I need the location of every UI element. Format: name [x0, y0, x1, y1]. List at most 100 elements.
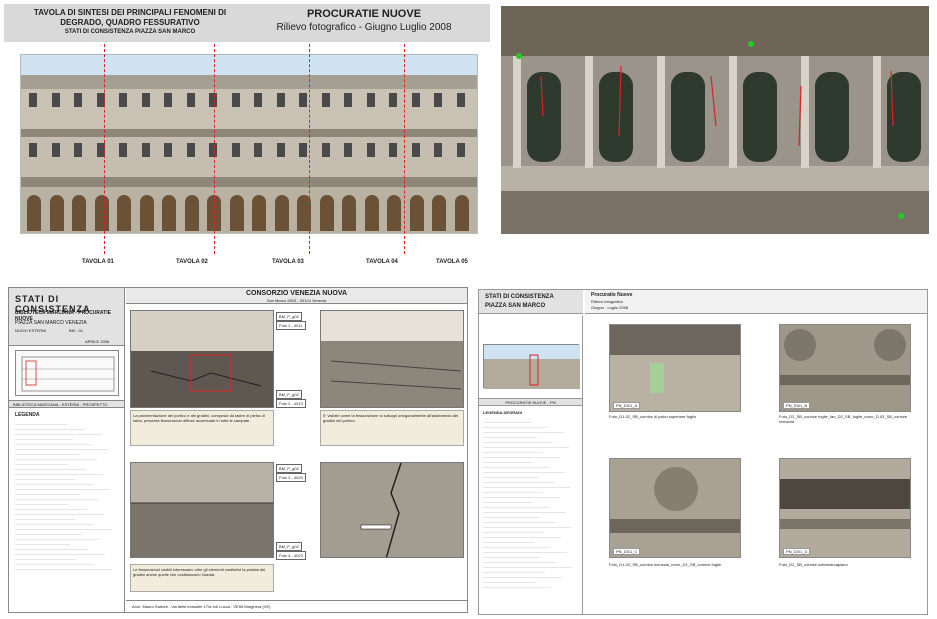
column — [657, 56, 665, 168]
portico-arch — [184, 195, 199, 231]
portico-arch — [432, 195, 446, 231]
caption-3: Le fessurazioni visibili interessano olt… — [130, 564, 274, 592]
photo-steps — [320, 310, 464, 408]
facade-window — [389, 93, 397, 107]
thumb-label: PN_D3/1_B — [783, 402, 811, 409]
facade-window — [344, 143, 352, 157]
thumb-caption: Foto_D1-02_SB_cornice di palco superiore… — [609, 414, 697, 419]
portico-arch — [364, 195, 379, 231]
column — [729, 56, 737, 168]
arched-window — [527, 72, 561, 162]
column — [585, 56, 593, 168]
title-subtitle: STATI DI CONSISTENZA PIAZZA SAN MARCO — [64, 29, 196, 35]
tavola-label: TAVOLA 04 — [366, 259, 398, 265]
facade-window — [141, 93, 150, 107]
facade-window — [321, 143, 330, 157]
photo-code: BM_P_g02 — [276, 312, 302, 321]
tavola-label: TAVOLA 05 — [436, 259, 468, 265]
facade-window — [389, 143, 397, 157]
pn-legend-title: LEGENDA DEGRADI — [483, 410, 522, 415]
thumb-cornice-3 — [609, 458, 741, 558]
thumb-label: PN_D3/1_A — [613, 402, 641, 409]
portico-arch — [49, 195, 64, 231]
photo-number: Foto 3 - 4020 — [276, 473, 306, 482]
overview-elevation-panel: TAVOLA DI SINTESI DEI PRINCIPALI FENOMEN… — [4, 4, 490, 266]
pn-sidebar: PROCURATIE NUOVE - PN LEGENDA DEGRADI — [479, 316, 583, 614]
photo-code: BM_P_g02 — [276, 390, 302, 399]
facade-window — [186, 93, 195, 107]
consortium-address: San Marco 2803 - 30124 Venezia — [266, 298, 327, 303]
facade-window — [29, 93, 37, 107]
thumb-label: PN_D3/1_C — [613, 548, 641, 555]
pn-legend-list — [483, 418, 579, 588]
building-name: PROCURATIE NUOVE — [306, 8, 422, 20]
photo-crack-detail — [320, 462, 464, 558]
tavola-label: TAVOLA 01 — [82, 259, 114, 265]
thumb-caption: Foto_D2_SB_cornice sottomarcapiano — [779, 562, 848, 567]
section-title: BIBLIOTECA MARCIANA - ESTERNI - PROSPETT… — [9, 400, 124, 408]
pn-legend-head: PROCURATIE NUOVE - PN — [479, 398, 582, 406]
cornice-band — [21, 129, 477, 137]
photo-number: Foto 1 - 4011 — [276, 321, 306, 330]
sheet-title-block: STATI DI CONSISTENZA BIBLIOTECA MARCIANA… — [9, 288, 124, 346]
facade-window — [366, 93, 375, 107]
photo-code: BM_P_g02 — [276, 464, 302, 473]
arched-window — [815, 72, 849, 162]
tavola-label: TAVOLA 03 — [272, 259, 304, 265]
tavola-label: TAVOLA 02 — [176, 259, 208, 265]
pn-subtitle-c: Giugno - Luglio 2008 — [591, 305, 629, 310]
facade-window — [366, 143, 375, 157]
facade-detail-photo — [501, 6, 929, 234]
facade-window — [51, 143, 60, 157]
caption-1: La pavimentazione del portico e dei grad… — [130, 410, 274, 446]
portico-arch — [387, 195, 401, 231]
facade-window — [231, 143, 240, 157]
column — [873, 56, 881, 168]
pn-heading-1: STATI DI CONSISTENZA — [485, 294, 554, 300]
thumb-caption: Foto_D1-02_SB_cornice mensola_muro_D1_SB… — [609, 562, 722, 567]
sheet-date: APRILE 2006 — [85, 339, 110, 344]
legend-row — [15, 565, 112, 570]
facade-window — [119, 93, 127, 107]
arched-window — [671, 72, 705, 162]
facade-window — [74, 93, 82, 107]
photo-code: BM_P_g02 — [276, 542, 302, 551]
facade-window — [51, 93, 60, 107]
portico-arch — [72, 195, 86, 231]
balcony-band — [21, 177, 477, 187]
thumb-label: PN_D3/1_D — [783, 548, 811, 555]
sheet-sidebar: STATI DI CONSISTENZA BIBLIOTECA MARCIANA… — [9, 288, 125, 612]
facade-window — [456, 143, 465, 157]
facade-window — [434, 93, 442, 107]
sheet-footer: Arch. Mauro Sartore - via delle industri… — [126, 600, 467, 612]
photo-number: Foto 4 - 4023 — [276, 551, 306, 560]
facade-window — [164, 93, 172, 107]
portico-arch — [94, 195, 109, 231]
facade-window — [74, 143, 82, 157]
facade-window — [209, 143, 217, 157]
photo-portico-floor — [130, 310, 274, 408]
facade-window — [434, 143, 442, 157]
key-plan — [15, 350, 119, 396]
facade-window — [29, 143, 37, 157]
caption-2: E' visibile come la fessurazione si svil… — [320, 410, 464, 446]
legend-row — [483, 583, 552, 588]
section-line — [404, 44, 405, 254]
middle-floor-band — [21, 137, 477, 177]
facade-window — [141, 143, 150, 157]
pn-subtitle-block: Procuratie Nuove Rilievo fotografico Giu… — [585, 290, 927, 314]
facade-window — [254, 143, 262, 157]
facade-window — [254, 93, 262, 107]
title-synthesis: TAVOLA DI SINTESI DEI PRINCIPALI FENOMEN… — [33, 8, 227, 27]
facade-elevation-image — [20, 54, 478, 234]
thumb-caption: Foto_D2_SB_cornice foglie_fan_D2_SB_fogl… — [779, 414, 908, 424]
pn-heading-2: PIAZZA SAN MARCO — [485, 303, 546, 309]
portico-band — [21, 187, 477, 233]
thumb-cornice-2 — [779, 324, 911, 412]
portico-arch — [342, 195, 356, 231]
thumb-cornice-1 — [609, 324, 741, 412]
panel-header: TAVOLA DI SINTESI DEI PRINCIPALI FENOMEN… — [4, 4, 490, 42]
portico-arch — [252, 195, 266, 231]
consortium-header: CONSORZIO VENEZIA NUOVA San Marco 2803 -… — [126, 288, 467, 304]
attic-band — [21, 75, 477, 89]
